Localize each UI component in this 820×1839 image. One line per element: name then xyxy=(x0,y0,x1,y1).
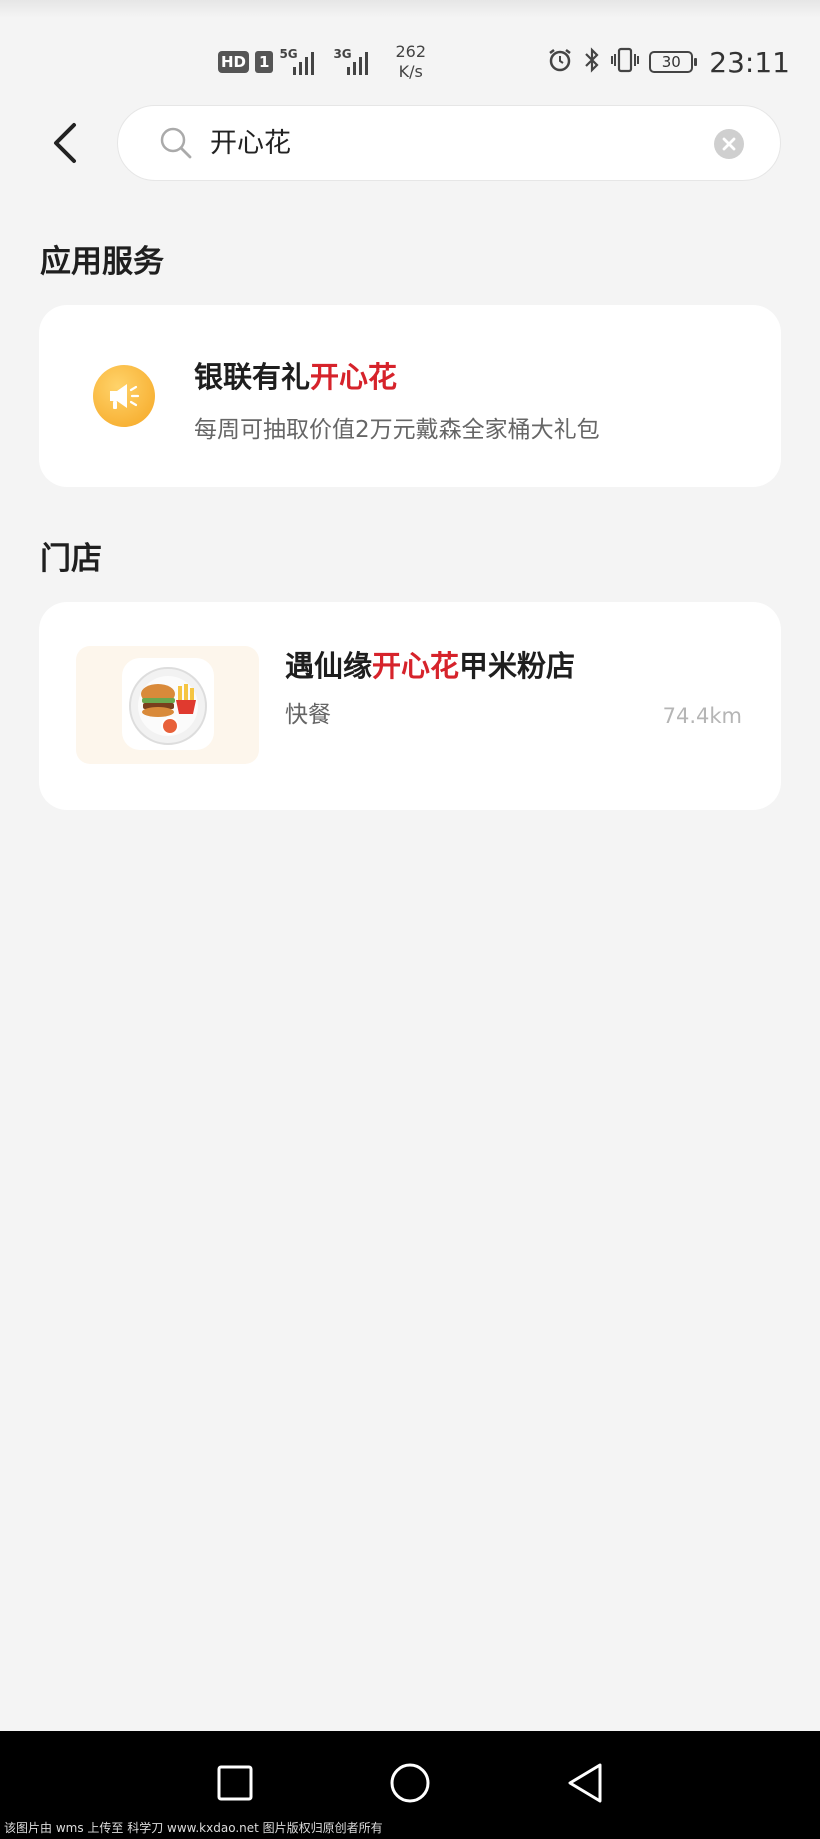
circle-icon xyxy=(390,1763,430,1803)
sim-badge: 1 xyxy=(255,51,274,73)
status-right: 30 23:11 xyxy=(547,44,790,80)
service-title-highlight: 开心花 xyxy=(310,360,398,394)
store-name: 遇仙缘开心花甲米粉店 xyxy=(285,646,575,686)
triangle-back-icon xyxy=(568,1763,602,1803)
status-bar: HD 1 5G 3G 262 K/s 30 23:11 xyxy=(0,0,820,100)
vibrate-icon xyxy=(611,47,640,77)
clock: 23:11 xyxy=(709,45,790,79)
home-button[interactable] xyxy=(380,1753,440,1813)
search-input[interactable]: 开心花 xyxy=(117,105,781,181)
store-name-suffix: 甲米粉店 xyxy=(459,649,576,683)
battery-icon: 30 xyxy=(649,51,698,73)
store-card[interactable]: 遇仙缘开心花甲米粉店 快餐 74.4km xyxy=(39,602,781,810)
store-distance: 74.4km xyxy=(662,704,742,728)
burger-fries-plate-image xyxy=(122,658,214,750)
back-nav-button[interactable] xyxy=(555,1753,615,1813)
navigation-bar: 该图片由 wms 上传至 科学刀 www.kxdao.net 图片版权归原创者所… xyxy=(0,1731,820,1839)
megaphone-icon xyxy=(93,365,155,427)
alarm-icon xyxy=(547,47,573,77)
section-title-services: 应用服务 xyxy=(40,244,164,280)
bluetooth-icon xyxy=(583,47,601,77)
section-title-stores: 门店 xyxy=(40,541,102,577)
store-thumbnail xyxy=(76,646,259,764)
network-speed: 262 K/s xyxy=(395,42,426,82)
close-icon xyxy=(722,137,736,151)
store-category: 快餐 xyxy=(285,702,331,728)
search-query[interactable]: 开心花 xyxy=(210,124,291,164)
back-button[interactable] xyxy=(40,118,90,168)
clear-search-button[interactable] xyxy=(714,129,744,159)
back-arrow-icon xyxy=(54,123,76,163)
service-title-prefix: 银联有礼 xyxy=(194,360,311,394)
square-icon xyxy=(217,1765,253,1801)
watermark-text: 该图片由 wms 上传至 科学刀 www.kxdao.net 图片版权归原创者所… xyxy=(4,1821,383,1835)
status-left: HD 1 5G 3G 262 K/s xyxy=(218,42,426,82)
service-card[interactable]: 银联有礼开心花 每周可抽取价值2万元戴森全家桶大礼包 xyxy=(39,305,781,487)
store-name-prefix: 遇仙缘 xyxy=(285,649,373,683)
recent-apps-button[interactable] xyxy=(205,1753,265,1813)
service-description: 每周可抽取价值2万元戴森全家桶大礼包 xyxy=(194,417,600,443)
search-icon xyxy=(160,127,192,159)
speed-unit: K/s xyxy=(398,62,423,81)
signal-5g-icon: 5G xyxy=(279,47,327,77)
store-name-highlight: 开心花 xyxy=(372,649,460,683)
signal-3g-icon: 3G xyxy=(333,47,381,77)
speed-value: 262 xyxy=(395,42,426,61)
hd-badge: HD xyxy=(218,51,250,73)
service-title: 银联有礼开心花 xyxy=(194,357,397,397)
